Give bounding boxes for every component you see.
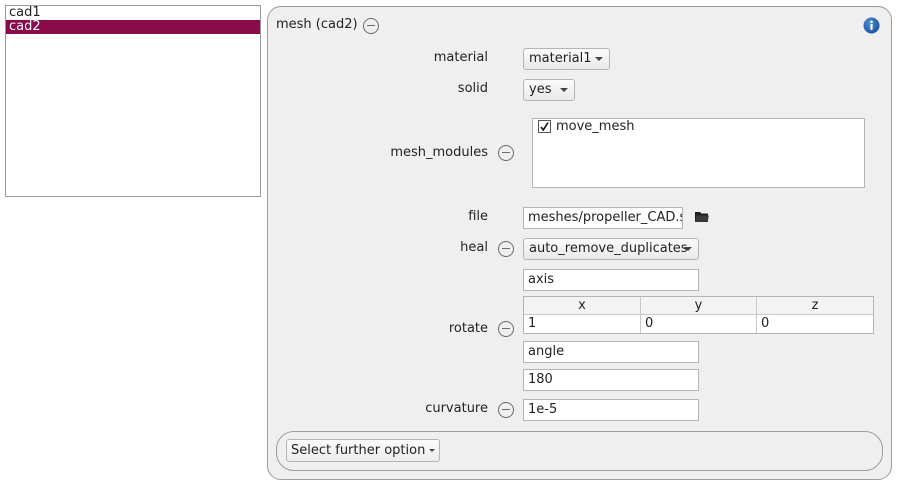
file-label: file bbox=[468, 209, 488, 224]
rotate-angle-field[interactable]: 180 bbox=[523, 369, 699, 391]
remove-mesh-icon[interactable] bbox=[363, 18, 379, 34]
solid-select[interactable]: yes bbox=[523, 79, 575, 101]
curvature-field[interactable]: 1e-5 bbox=[523, 399, 699, 421]
info-icon[interactable] bbox=[863, 17, 880, 34]
solid-value: yes bbox=[529, 82, 552, 97]
axis-x-cell[interactable]: 1 bbox=[524, 315, 641, 333]
checkmark-icon bbox=[540, 122, 549, 132]
remove-rotate-icon[interactable] bbox=[498, 321, 514, 337]
column-header-z: z bbox=[757, 297, 873, 315]
chevron-down-icon bbox=[560, 88, 568, 92]
heal-label: heal bbox=[460, 240, 488, 255]
list-item-cad2[interactable]: cad2 bbox=[6, 20, 260, 34]
folder-icon[interactable] bbox=[694, 210, 710, 224]
remove-mesh-modules-icon[interactable] bbox=[498, 145, 514, 161]
select-further-option-button[interactable]: Select further option bbox=[286, 439, 441, 462]
chevron-down-icon bbox=[429, 449, 436, 452]
move-mesh-checkbox[interactable] bbox=[538, 120, 551, 133]
chevron-down-icon bbox=[595, 57, 603, 61]
remove-curvature-icon[interactable] bbox=[498, 402, 514, 418]
object-list[interactable]: cad1 cad2 bbox=[5, 5, 261, 197]
rotate-angle-label: angle bbox=[523, 341, 699, 363]
mesh-panel: mesh (cad2) material material1 solid yes… bbox=[267, 6, 892, 480]
move-mesh-label: move_mesh bbox=[556, 119, 635, 134]
material-value: material1 bbox=[529, 51, 592, 66]
heal-select[interactable]: auto_remove_duplicates bbox=[523, 238, 699, 260]
rotate-axis-label: axis bbox=[523, 269, 699, 291]
material-select[interactable]: material1 bbox=[523, 48, 610, 70]
rotate-label: rotate bbox=[448, 321, 488, 336]
curvature-label: curvature bbox=[425, 401, 488, 416]
panel-title: mesh (cad2) bbox=[276, 17, 358, 32]
remove-heal-icon[interactable] bbox=[498, 241, 514, 257]
mesh-modules-label: mesh_modules bbox=[390, 145, 488, 160]
list-item-cad1[interactable]: cad1 bbox=[6, 6, 260, 20]
axis-y-cell[interactable]: 0 bbox=[641, 315, 757, 333]
select-further-option-label: Select further option bbox=[291, 443, 426, 458]
rotate-axis-table[interactable]: x y z 1 0 0 bbox=[523, 296, 874, 334]
chevron-down-icon bbox=[684, 247, 692, 251]
column-header-y: y bbox=[641, 297, 757, 315]
file-field[interactable]: meshes/propeller_CAD.stl bbox=[523, 207, 683, 229]
heal-value: auto_remove_duplicates bbox=[529, 241, 688, 256]
axis-z-cell[interactable]: 0 bbox=[757, 315, 873, 333]
material-label: material bbox=[433, 50, 488, 65]
further-option-box: Select further option bbox=[276, 431, 883, 471]
solid-label: solid bbox=[457, 81, 488, 96]
column-header-x: x bbox=[524, 297, 641, 315]
mesh-modules-list[interactable]: move_mesh bbox=[532, 118, 865, 188]
